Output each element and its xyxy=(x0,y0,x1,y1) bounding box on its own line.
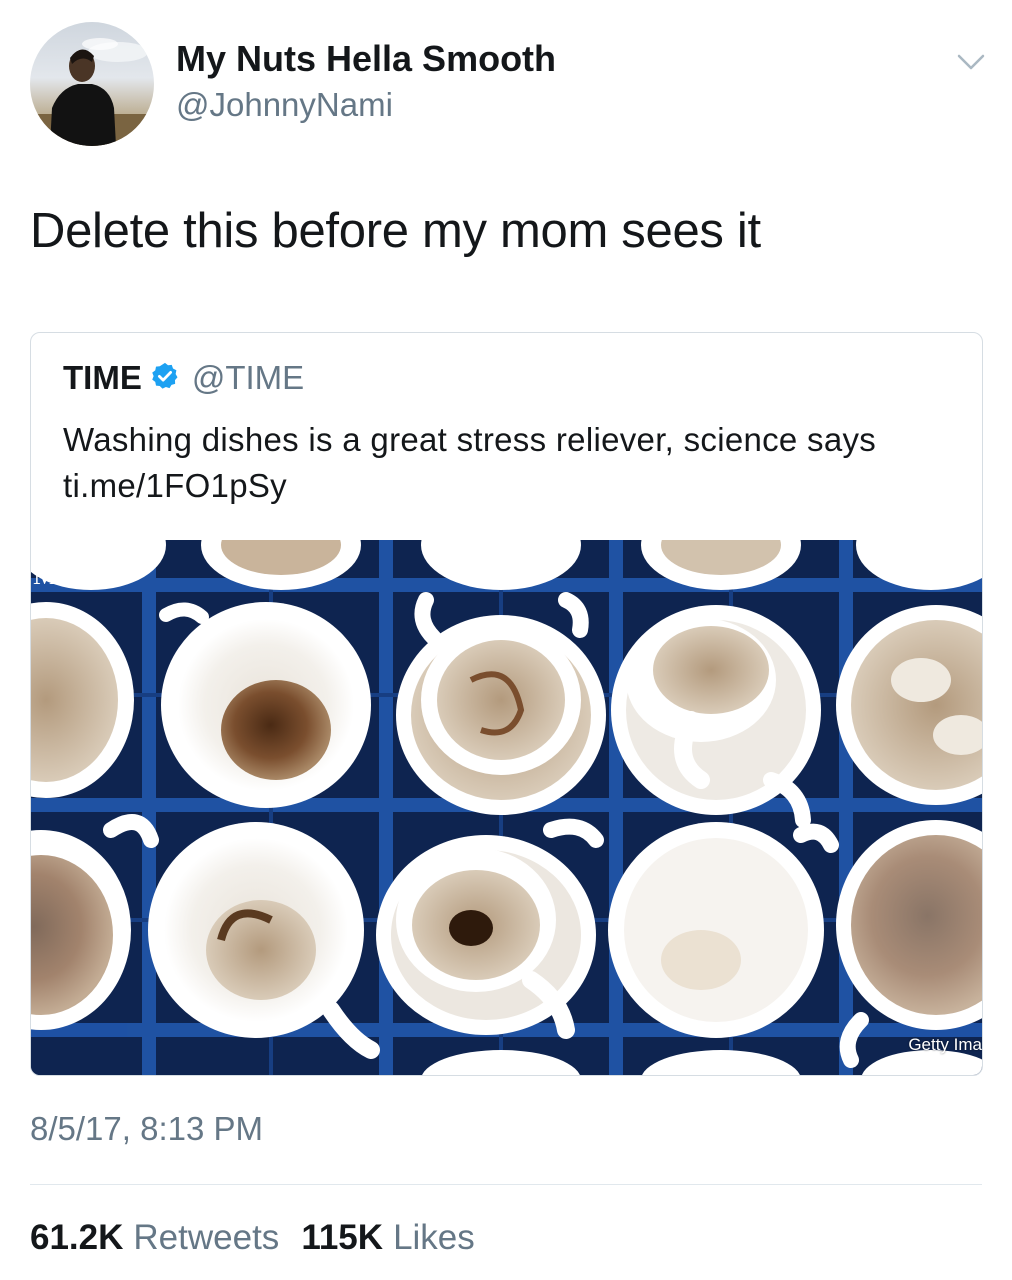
photo-credit: Getty Ima xyxy=(908,1035,982,1054)
quoted-tweet-handle[interactable]: @TIME xyxy=(192,359,304,397)
photo-watermark: ME xyxy=(33,560,74,591)
likes-stat[interactable]: 115K Likes xyxy=(301,1218,474,1258)
retweets-count: 61.2K xyxy=(30,1218,124,1257)
chevron-down-icon[interactable] xyxy=(955,50,987,74)
tweet-stats: 61.2K Retweets 115K Likes xyxy=(30,1218,475,1258)
verified-badge-icon xyxy=(150,361,180,396)
likes-count: 115K xyxy=(301,1218,384,1257)
quoted-tweet-card[interactable]: TIME @TIME Washing dishes is a great str… xyxy=(30,332,983,1076)
user-handle[interactable]: @JohnnyNami xyxy=(176,86,393,124)
avatar[interactable] xyxy=(30,22,154,146)
tweet-timestamp[interactable]: 8/5/17, 8:13 PM xyxy=(30,1110,263,1148)
retweets-stat[interactable]: 61.2K Retweets xyxy=(30,1218,279,1258)
quoted-tweet-author: TIME @TIME xyxy=(63,359,304,397)
quoted-tweet-name[interactable]: TIME xyxy=(63,359,142,397)
display-name[interactable]: My Nuts Hella Smooth xyxy=(176,38,556,80)
cups-in-rack-image xyxy=(31,540,982,1075)
quoted-tweet-text: Washing dishes is a great stress relieve… xyxy=(63,421,877,504)
divider xyxy=(30,1184,982,1185)
quoted-tweet-photo[interactable]: ME Getty Ima xyxy=(31,540,982,1075)
retweets-label: Retweets xyxy=(133,1218,280,1257)
tweet-text: Delete this before my mom sees it xyxy=(30,204,761,258)
avatar-photo xyxy=(30,38,154,146)
likes-label: Likes xyxy=(393,1218,475,1257)
